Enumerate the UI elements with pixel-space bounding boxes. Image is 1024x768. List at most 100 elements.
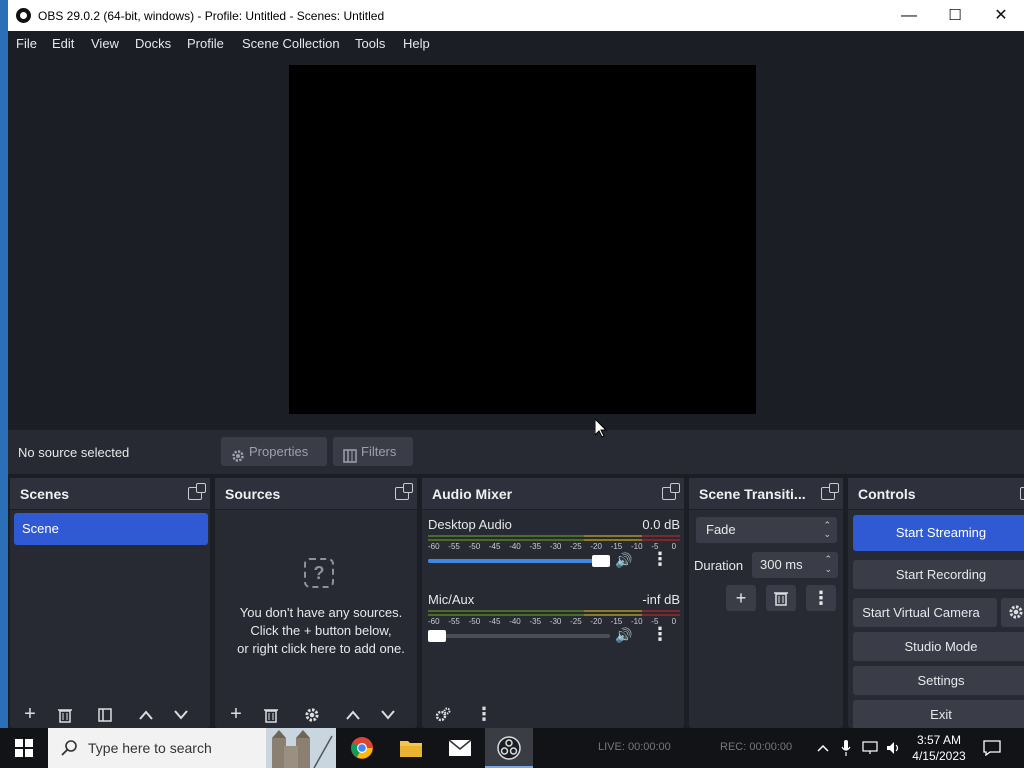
remove-transition-button[interactable] [766, 585, 796, 611]
start-virtual-camera-button[interactable]: Start Virtual Camera [853, 598, 997, 627]
meter-tick-label: -50 [468, 542, 481, 551]
system-clock[interactable]: 3:57 AM 4/15/2023 [908, 732, 970, 764]
add-scene-button[interactable]: + [15, 702, 45, 728]
advanced-audio-button[interactable] [428, 702, 458, 728]
meter-tick-label: -40 [509, 542, 521, 551]
source-properties-button[interactable] [297, 702, 327, 728]
mouse-cursor-icon [595, 419, 607, 438]
meter-tick-label: -25 [570, 542, 582, 551]
channel-menu-button[interactable]: ⋮ [651, 622, 669, 648]
menu-profile[interactable]: Profile [187, 36, 224, 51]
menu-help[interactable]: Help [403, 36, 430, 51]
network-icon[interactable] [862, 741, 878, 755]
volume-icon[interactable] [886, 741, 902, 755]
taskbar-file-explorer[interactable] [387, 728, 435, 768]
scene-filters-button[interactable] [90, 702, 120, 728]
add-source-button[interactable]: + [221, 702, 251, 728]
start-recording-button[interactable]: Start Recording [853, 560, 1024, 589]
menu-tools[interactable]: Tools [355, 36, 385, 51]
virtual-camera-settings-button[interactable] [1001, 598, 1024, 627]
move-scene-up-button[interactable] [131, 702, 161, 728]
scene-transitions-dock: Scene Transiti... Fade ⌃ ⌄ Duration 300 m… [689, 478, 843, 728]
studio-mode-button[interactable]: Studio Mode [853, 632, 1024, 661]
float-dock-icon[interactable] [1020, 487, 1024, 500]
gear-icon [231, 444, 245, 473]
meter-tick-label: -35 [529, 617, 542, 626]
scenes-dock: Scenes Scene + [10, 478, 210, 728]
transition-menu-button[interactable]: ⋮ [806, 585, 836, 611]
search-icon [61, 740, 77, 756]
duration-label: Duration [694, 558, 744, 573]
filters-button[interactable]: Filters [333, 437, 413, 466]
obs-icon [497, 736, 521, 760]
trash-icon [58, 709, 72, 723]
taskbar-search-box[interactable]: Type here to search [48, 728, 336, 768]
search-highlight-image [266, 728, 336, 768]
meter-tick-label: -30 [549, 617, 562, 626]
microphone-icon[interactable] [841, 740, 851, 756]
slider-handle[interactable] [592, 555, 610, 567]
menu-scene-collection[interactable]: Scene Collection [242, 36, 340, 51]
chevron-up-icon[interactable] [817, 744, 829, 752]
float-dock-icon[interactable] [662, 483, 680, 500]
start-streaming-button[interactable]: Start Streaming [853, 515, 1024, 551]
volume-slider[interactable] [428, 630, 610, 642]
sources-title: Sources [225, 486, 281, 502]
meter-tick-label: -15 [610, 617, 623, 626]
float-dock-icon[interactable] [821, 483, 839, 500]
mixer-menu-button[interactable]: ⋮ [469, 702, 499, 728]
speaker-icon[interactable]: 🔊 [615, 627, 632, 644]
controls-title: Controls [858, 486, 916, 502]
maximize-button[interactable]: ☐ [932, 0, 978, 31]
mixer-toolbar: ⋮ [422, 702, 684, 728]
menu-view[interactable]: View [91, 36, 119, 51]
context-bar: No source selected Properties Filters [8, 430, 1024, 474]
spin-arrows-icon[interactable]: ⌃ ⌄ [824, 554, 832, 574]
gear-icon [1009, 605, 1023, 619]
sources-dock[interactable]: Sources ? You don't have any sources. Cl… [215, 478, 417, 728]
minimize-button[interactable]: — [886, 0, 932, 31]
no-source-label: No source selected [18, 445, 130, 460]
scene-list-item[interactable]: Scene [14, 513, 208, 545]
program-preview[interactable] [289, 65, 756, 414]
taskbar-mail[interactable] [436, 728, 484, 768]
move-source-down-button[interactable] [373, 702, 403, 728]
add-transition-button[interactable]: + [726, 585, 756, 611]
start-button[interactable] [0, 728, 48, 768]
meter-tick-label: -55 [448, 617, 460, 626]
close-button[interactable]: ✕ [978, 0, 1024, 31]
taskbar-chrome[interactable] [338, 728, 386, 768]
taskbar-obs[interactable] [485, 728, 533, 768]
menu-file[interactable]: File [16, 36, 37, 51]
settings-button[interactable]: Settings [853, 666, 1024, 695]
menu-docks[interactable]: Docks [135, 36, 171, 51]
move-source-up-button[interactable] [338, 702, 368, 728]
float-dock-icon[interactable] [395, 483, 413, 500]
menu-bar: File Edit View Docks Profile Scene Colle… [8, 31, 1024, 57]
scene-transitions-title: Scene Transiti... [699, 486, 806, 502]
speaker-icon[interactable]: 🔊 [615, 552, 632, 569]
meter-tick-label: -50 [468, 617, 481, 626]
channel-name: Mic/Aux [428, 592, 475, 607]
volume-slider[interactable] [428, 555, 610, 567]
remove-source-button[interactable] [256, 702, 286, 728]
exit-button[interactable]: Exit [853, 700, 1024, 728]
search-placeholder: Type here to search [88, 740, 212, 756]
chevron-up-icon [139, 710, 153, 720]
slider-handle[interactable] [428, 630, 446, 642]
move-scene-down-button[interactable] [166, 702, 196, 728]
properties-button[interactable]: Properties [221, 437, 327, 466]
filter-icon [98, 708, 112, 722]
channel-menu-button[interactable]: ⋮ [651, 547, 669, 573]
transition-select[interactable]: Fade ⌃ ⌄ [696, 517, 837, 543]
trash-icon [774, 592, 788, 606]
duration-spinbox[interactable]: 300 ms ⌃ ⌄ [752, 552, 838, 578]
preview-area [8, 57, 1024, 429]
live-status: LIVE: 00:00:00 [598, 741, 671, 753]
meter-tick-label: -45 [488, 542, 501, 551]
remove-scene-button[interactable] [50, 702, 80, 728]
menu-edit[interactable]: Edit [52, 36, 74, 51]
audio-mixer-title: Audio Mixer [432, 486, 513, 502]
float-dock-icon[interactable] [188, 483, 206, 500]
notification-icon[interactable] [983, 740, 1001, 756]
